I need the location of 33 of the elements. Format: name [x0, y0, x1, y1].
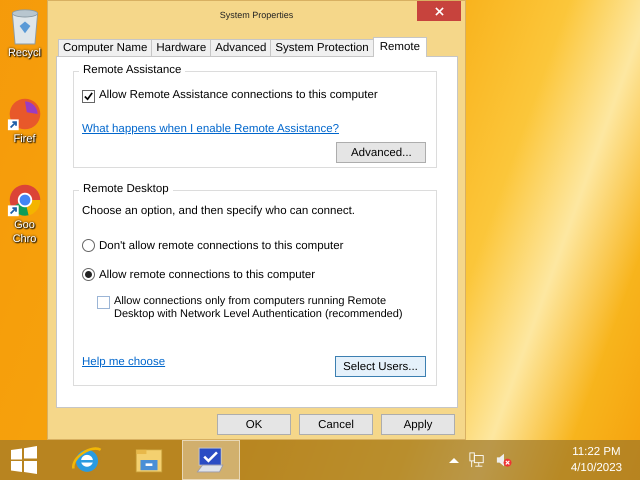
checkbox[interactable]	[82, 90, 95, 103]
taskbar-button[interactable]	[182, 440, 240, 480]
group-title: Remote Desktop	[79, 183, 173, 195]
dialog-button[interactable]: OK	[217, 414, 291, 435]
select-users-button[interactable]: Select Users...	[335, 356, 426, 377]
close-icon	[434, 6, 444, 16]
tab[interactable]: System Protection	[270, 39, 374, 56]
radio-label[interactable]: Allow remote connections to this computer	[99, 268, 316, 280]
dialog-button[interactable]: Cancel	[299, 414, 373, 435]
fox-globe-icon[interactable]	[6, 96, 42, 132]
help-link[interactable]: What happens when I enable Remote Assistance?	[82, 123, 339, 135]
radio-button[interactable]	[82, 268, 95, 281]
checkbox-label[interactable]: Allow Remote Assistance connections to this computer	[99, 89, 378, 101]
checkbox-label[interactable]: Allow connections only from computers running Remote Desktop with Network Level Authentication (recommended)	[114, 295, 414, 321]
radio-button[interactable]	[82, 239, 95, 252]
help-link[interactable]: Help me choose	[82, 356, 166, 368]
window-title: System Properties	[220, 10, 294, 20]
start-button[interactable]	[10, 446, 38, 474]
tab[interactable]: Remote	[372, 37, 427, 57]
advanced-button[interactable]: Advanced...	[336, 142, 426, 163]
tab[interactable]: Advanced	[210, 39, 272, 56]
network-icon[interactable]	[468, 452, 485, 468]
tab[interactable]: Hardware	[151, 39, 212, 56]
radio-label[interactable]: Don't allow remote connections to this computer	[99, 240, 344, 252]
muted-speaker-icon[interactable]	[494, 452, 513, 468]
close-button[interactable]	[417, 1, 461, 21]
show-hidden-icons-icon[interactable]	[448, 457, 459, 463]
instruction-text: Choose an option, and then specify who can connect.	[82, 205, 356, 217]
round-browser-icon[interactable]	[6, 182, 42, 218]
checkbox[interactable]	[97, 296, 110, 309]
dialog-button[interactable]: Apply	[381, 414, 455, 435]
group-title: Remote Assistance	[79, 64, 186, 76]
tab[interactable]: Computer Name	[58, 39, 152, 56]
